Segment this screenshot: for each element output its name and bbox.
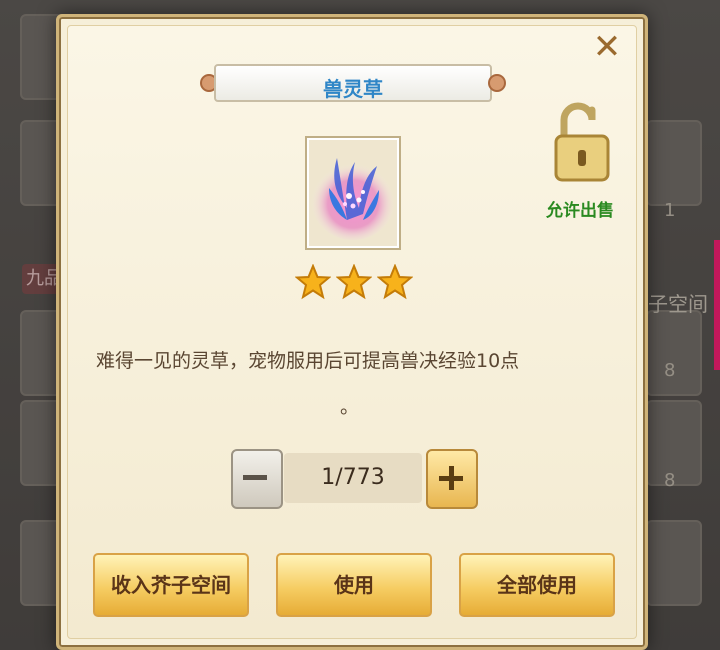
spirit-herb-icon <box>311 158 395 240</box>
title-banner: 兽灵草 <box>198 62 508 102</box>
plus-icon-vertical <box>449 466 454 490</box>
use-all-button[interactable]: 全部使用 <box>459 553 615 617</box>
allow-sell-label: 允许出售 <box>546 201 614 221</box>
banner-knob-right <box>488 74 506 92</box>
store-in-space-button[interactable]: 收入芥子空间 <box>93 553 249 617</box>
use-button[interactable]: 使用 <box>276 553 432 617</box>
item-title: 兽灵草 <box>323 77 383 101</box>
item-description-end: 。 <box>340 396 360 418</box>
close-icon[interactable]: ✕ <box>590 30 624 64</box>
quantity-display[interactable]: 1/773 <box>284 453 422 503</box>
star-icon <box>295 264 331 300</box>
star-icon <box>377 264 413 300</box>
unlocked-padlock-icon <box>554 102 610 182</box>
minus-icon <box>243 475 267 480</box>
star-rating <box>295 264 413 302</box>
increase-quantity-button[interactable] <box>426 449 478 509</box>
item-icon-frame <box>305 136 401 250</box>
banner-bar: 兽灵草 <box>214 64 492 102</box>
edge-indicator <box>714 240 720 370</box>
sell-toggle[interactable]: 允许出售 <box>540 100 620 230</box>
decrease-quantity-button[interactable] <box>231 449 283 509</box>
star-icon <box>336 264 372 300</box>
item-description: 难得一见的灵草，宠物服用后可提高兽决经验10点 <box>96 350 520 372</box>
